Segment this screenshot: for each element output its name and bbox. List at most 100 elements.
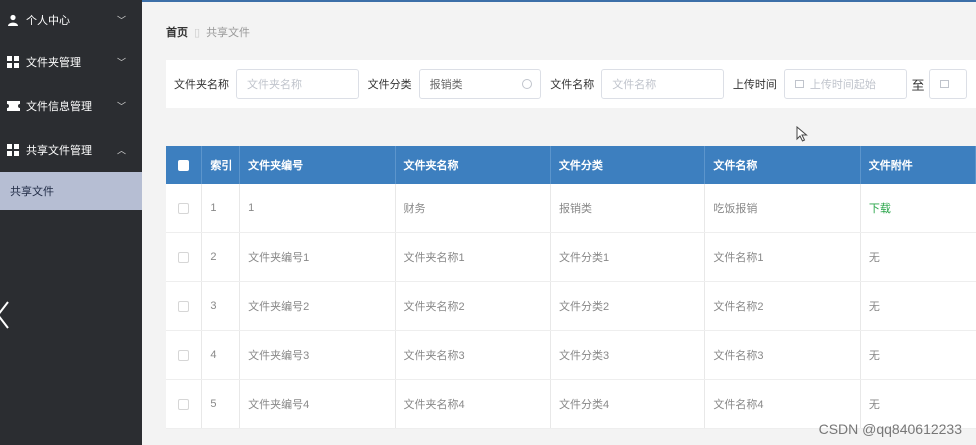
filter-bar: 文件夹名称 文件夹名称 文件分类 报销类 文件名称 文件名称 上传时间 上传时间…: [166, 60, 976, 108]
row-checkbox[interactable]: [178, 300, 190, 312]
grid-icon: [6, 143, 20, 157]
upload-time-label: 上传时间: [732, 79, 777, 91]
sidebar-item-personal-center[interactable]: 个人中心 ﹀: [0, 0, 142, 40]
watermark: CSDN @qq840612233: [818, 421, 962, 437]
shared-files-table: 索引 文件夹编号 文件夹名称 文件分类 文件名称 文件附件 1 1 财务 报销类 吃饭报…: [166, 146, 976, 429]
header-folder-no[interactable]: 文件夹编号: [240, 146, 396, 184]
category-value: 报销类: [429, 79, 463, 91]
chevron-down-icon: ﹀: [116, 15, 126, 26]
no-attachment-text: 无: [868, 301, 880, 313]
mouse-cursor-icon: [796, 125, 808, 142]
row-folder-name: 财务: [396, 184, 551, 232]
download-link[interactable]: 下载: [869, 200, 891, 216]
upload-end-input[interactable]: [928, 69, 967, 99]
calendar-icon: [939, 80, 949, 88]
main-content: 首页 ▯ 共享文件 文件夹名称 文件夹名称 文件分类 报销类 文件名称 文件名称…: [142, 0, 976, 445]
no-attachment-text: 无: [868, 350, 880, 362]
file-name-input[interactable]: 文件名称: [601, 69, 724, 99]
row-attachment-cell: 无: [861, 331, 976, 379]
row-checkbox[interactable]: [178, 251, 190, 263]
category-label: 文件分类: [367, 79, 412, 91]
row-attachment-cell: 下载: [861, 184, 976, 232]
sidebar-subitem-label: 共享文件: [10, 186, 54, 198]
row-attachment-cell: 无: [861, 282, 976, 330]
breadcrumb: 首页 ▯ 共享文件: [166, 24, 250, 40]
row-file-name: 文件名称3: [705, 331, 861, 379]
category-select[interactable]: 报销类: [418, 69, 542, 99]
table-row: 1 1 财务 报销类 吃饭报销 下载: [166, 184, 976, 233]
row-folder-no: 文件夹编号4: [240, 380, 396, 428]
breadcrumb-separator: ▯: [194, 26, 201, 39]
header-select-all: [166, 146, 203, 184]
breadcrumb-current: 共享文件: [206, 27, 251, 39]
sidebar-item-shared-file-management[interactable]: 共享文件管理 ︿: [0, 128, 142, 172]
chevron-left-icon[interactable]: [0, 300, 10, 330]
user-icon: [6, 13, 20, 27]
row-category: 文件分类1: [551, 233, 706, 281]
sidebar-item-folder-management[interactable]: 文件夹管理 ﹀: [0, 40, 142, 84]
row-folder-name: 文件夹名称1: [396, 233, 551, 281]
sidebar-item-label: 文件夹管理: [26, 57, 81, 69]
folder-name-label: 文件夹名称: [174, 79, 229, 91]
header-attachment[interactable]: 文件附件: [861, 146, 976, 184]
row-folder-no: 1: [240, 184, 396, 232]
breadcrumb-home[interactable]: 首页: [166, 24, 188, 40]
header-folder-name[interactable]: 文件夹名称: [396, 146, 551, 184]
row-checkbox[interactable]: [178, 398, 190, 410]
folder-name-input[interactable]: 文件夹名称: [236, 69, 359, 99]
calendar-icon: [794, 80, 804, 88]
row-index: 2: [202, 233, 241, 281]
table-header: 索引 文件夹编号 文件夹名称 文件分类 文件名称 文件附件: [166, 146, 976, 184]
to-label: 至: [911, 77, 925, 93]
row-folder-name: 文件夹名称2: [396, 282, 551, 330]
sidebar-item-file-info-management[interactable]: 文件信息管理 ﹀: [0, 84, 142, 128]
upload-start-input[interactable]: 上传时间起始: [783, 69, 907, 99]
row-folder-no: 文件夹编号1: [240, 233, 396, 281]
upload-start-placeholder: 上传时间起始: [809, 79, 876, 91]
row-folder-name: 文件夹名称4: [396, 380, 551, 428]
row-file-name: 文件名称1: [705, 233, 861, 281]
row-category: 文件分类2: [551, 282, 706, 330]
table-body: 1 1 财务 报销类 吃饭报销 下载 2 文件夹编号1 文件夹名称1 文件分类1 文件名称1 无 3 文件…: [166, 184, 976, 429]
header-file-name[interactable]: 文件名称: [705, 146, 861, 184]
clear-circle-icon[interactable]: [522, 79, 533, 89]
file-name-label: 文件名称: [550, 79, 595, 91]
sidebar: 个人中心 ﹀ 文件夹管理 ﹀ 文件信息管理 ﹀ 共享文件管理 ︿ 共享文件: [0, 0, 142, 445]
table-row: 2 文件夹编号1 文件夹名称1 文件分类1 文件名称1 无: [166, 233, 976, 282]
row-category: 报销类: [551, 184, 706, 232]
row-checkbox[interactable]: [178, 202, 190, 214]
row-select-cell: [166, 380, 203, 428]
row-select-cell: [166, 282, 203, 330]
row-index: 4: [202, 331, 241, 379]
row-select-cell: [166, 331, 203, 379]
sidebar-item-label: 个人中心: [26, 15, 70, 27]
row-select-cell: [166, 184, 203, 232]
row-select-cell: [166, 233, 203, 281]
select-all-checkbox[interactable]: [178, 159, 190, 171]
row-category: 文件分类4: [551, 380, 706, 428]
no-attachment-text: 无: [868, 399, 880, 411]
folder-name-placeholder: 文件夹名称: [247, 79, 302, 91]
row-file-name: 文件名称2: [705, 282, 861, 330]
row-attachment-cell: 无: [861, 233, 976, 281]
header-category[interactable]: 文件分类: [551, 146, 706, 184]
sidebar-item-label: 共享文件管理: [26, 145, 92, 157]
file-name-placeholder: 文件名称: [612, 79, 657, 91]
header-index[interactable]: 索引: [202, 146, 241, 184]
table-row: 3 文件夹编号2 文件夹名称2 文件分类2 文件名称2 无: [166, 282, 976, 331]
row-folder-no: 文件夹编号3: [240, 331, 396, 379]
grid-icon: [6, 55, 20, 69]
row-index: 1: [202, 184, 241, 232]
row-folder-name: 文件夹名称3: [396, 331, 551, 379]
chevron-up-icon: ︿: [116, 145, 126, 156]
chevron-down-icon: ﹀: [116, 101, 126, 112]
row-index: 3: [202, 282, 241, 330]
no-attachment-text: 无: [868, 252, 880, 264]
chevron-down-icon: ﹀: [116, 57, 126, 68]
row-category: 文件分类3: [551, 331, 706, 379]
row-checkbox[interactable]: [178, 349, 190, 361]
row-index: 5: [202, 380, 241, 428]
row-file-name: 吃饭报销: [705, 184, 861, 232]
sidebar-subitem-shared-files[interactable]: 共享文件: [0, 172, 142, 210]
sidebar-item-label: 文件信息管理: [26, 101, 92, 113]
